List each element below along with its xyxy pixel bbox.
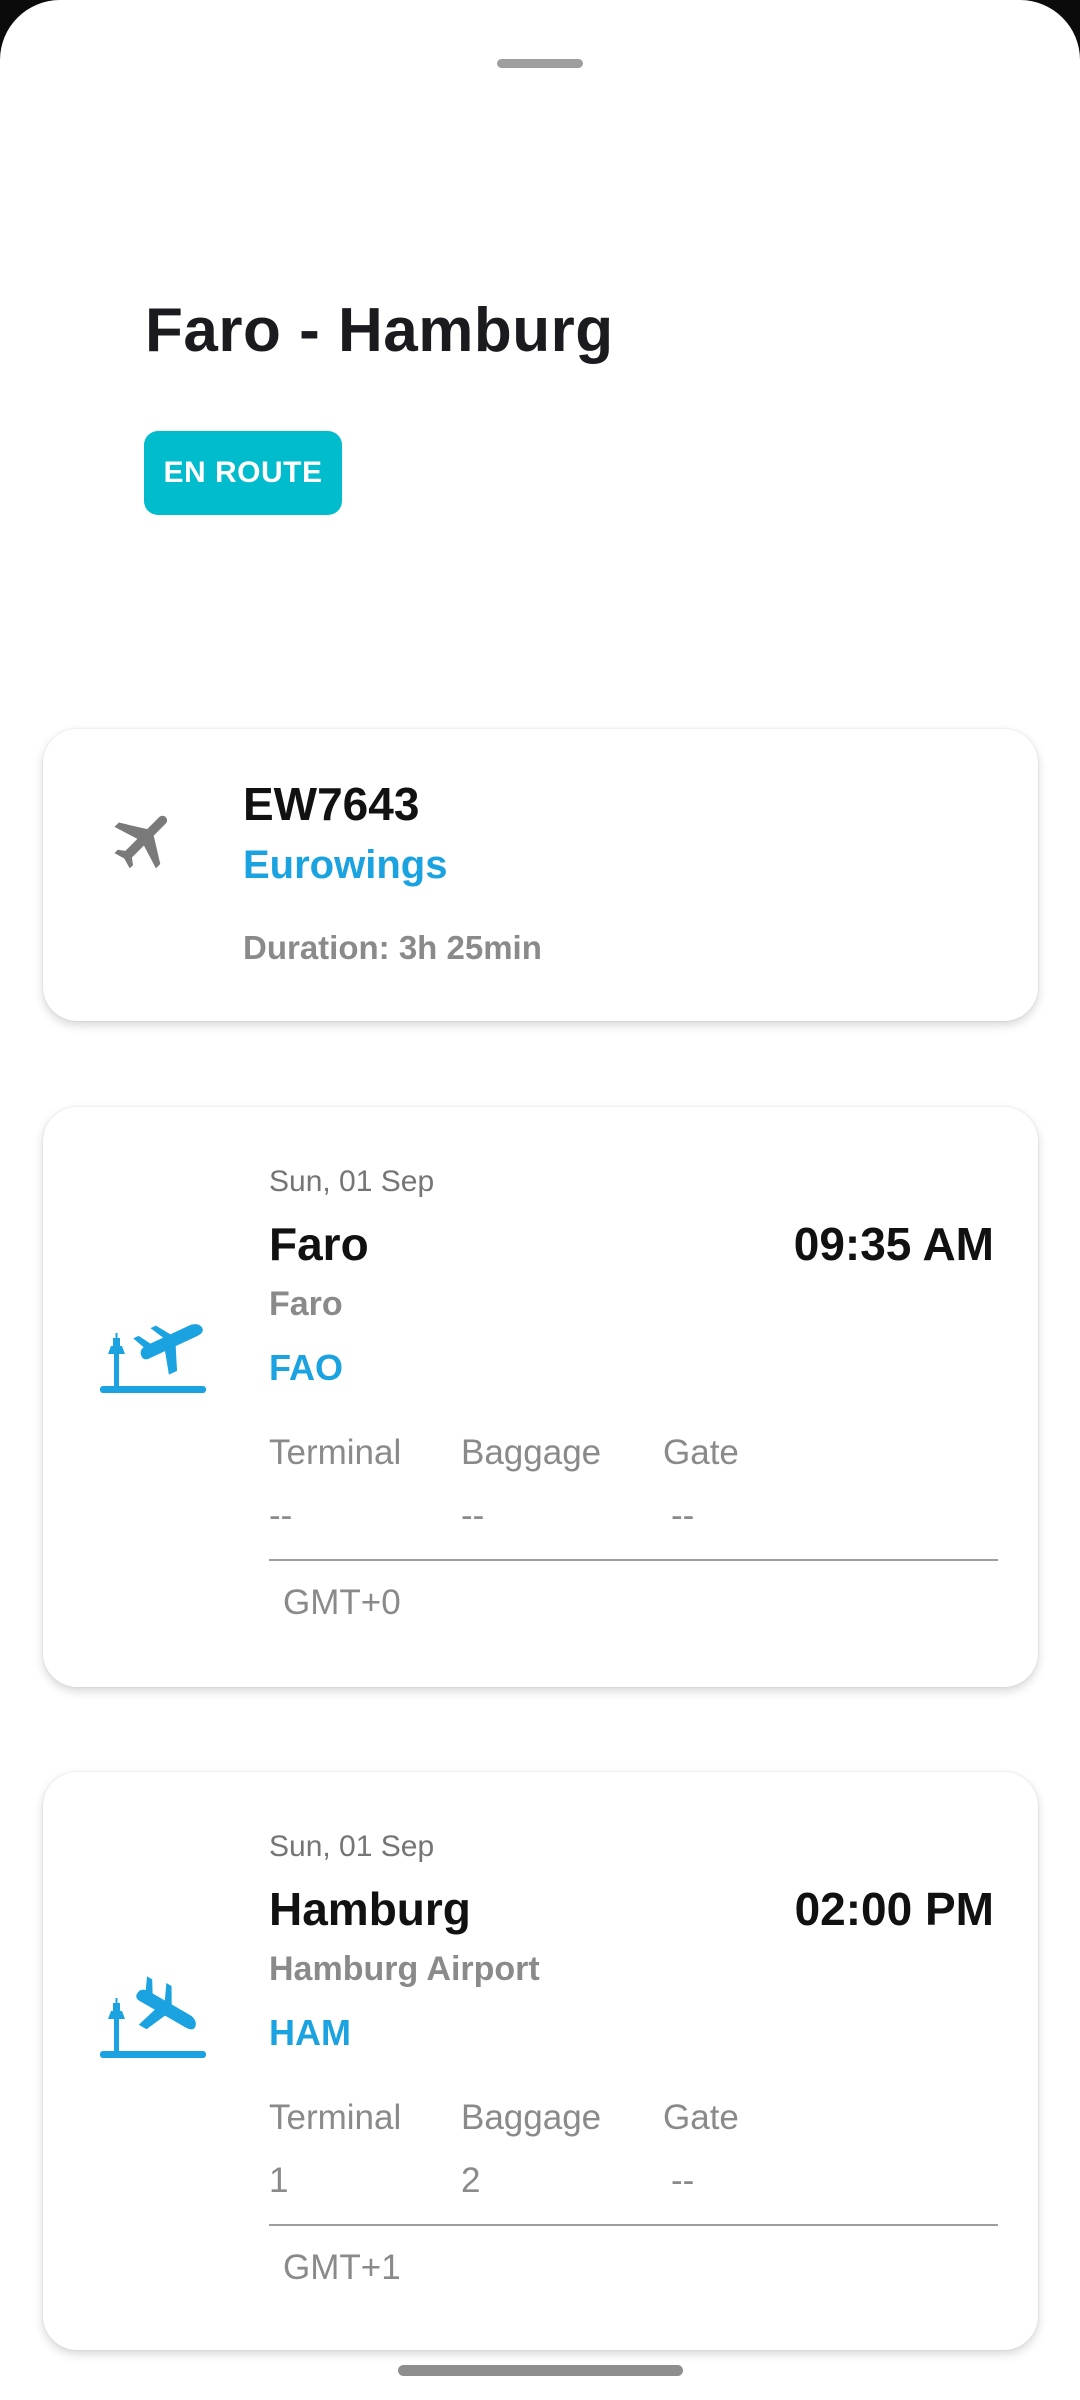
landing-icon [100, 1976, 206, 2058]
arrival-baggage-value: 2 [461, 2161, 481, 2200]
status-badge: EN ROUTE [144, 431, 342, 515]
divider [269, 1559, 998, 1561]
terminal-label: Terminal [269, 1433, 402, 1472]
terminal-label: Terminal [269, 2098, 402, 2137]
arrival-terminal-value: 1 [269, 2161, 289, 2200]
departure-city: Faro [269, 1218, 369, 1270]
takeoff-icon [100, 1324, 206, 1393]
arrival-card[interactable]: Sun, 01 Sep Hamburg 02:00 PM Hamburg Air… [43, 1772, 1038, 2350]
baggage-label: Baggage [461, 1433, 602, 1472]
arrival-airport: Hamburg Airport [269, 1950, 540, 1988]
departure-date: Sun, 01 Sep [269, 1165, 435, 1198]
gate-label: Gate [663, 2098, 739, 2137]
departure-terminal-value: -- [269, 1496, 293, 1535]
baggage-label: Baggage [461, 2098, 602, 2137]
departure-card[interactable]: Sun, 01 Sep Faro 09:35 AM Faro FAO Termi… [43, 1107, 1038, 1687]
flight-info-card[interactable]: EW7643 Eurowings Duration: 3h 25min [43, 729, 1038, 1021]
route-title: Faro - Hamburg [145, 296, 614, 365]
divider [269, 2224, 998, 2226]
flight-details-sheet: Faro - Hamburg EN ROUTE EW7643 Eurowings… [0, 0, 1080, 2400]
gate-label: Gate [663, 1433, 739, 1472]
departure-airport: Faro [269, 1285, 343, 1323]
departure-timezone: GMT+0 [283, 1583, 401, 1622]
departure-gate-value: -- [671, 1496, 695, 1535]
arrival-gate-value: -- [671, 2161, 695, 2200]
arrival-timezone: GMT+1 [283, 2248, 401, 2287]
airline-name[interactable]: Eurowings [243, 843, 447, 888]
departure-baggage-value: -- [461, 1496, 485, 1535]
sheet-drag-handle[interactable] [497, 59, 583, 68]
arrival-time: 02:00 PM [794, 1883, 994, 1935]
flight-number: EW7643 [243, 778, 420, 830]
departure-time: 09:35 AM [793, 1218, 994, 1270]
flight-duration: Duration: 3h 25min [243, 929, 542, 966]
gesture-nav-bar[interactable] [398, 2365, 683, 2376]
arrival-city: Hamburg [269, 1883, 471, 1935]
airplane-icon [114, 815, 168, 869]
departure-airport-code[interactable]: FAO [269, 1347, 343, 1389]
arrival-airport-code[interactable]: HAM [269, 2012, 351, 2054]
arrival-date: Sun, 01 Sep [269, 1830, 435, 1863]
